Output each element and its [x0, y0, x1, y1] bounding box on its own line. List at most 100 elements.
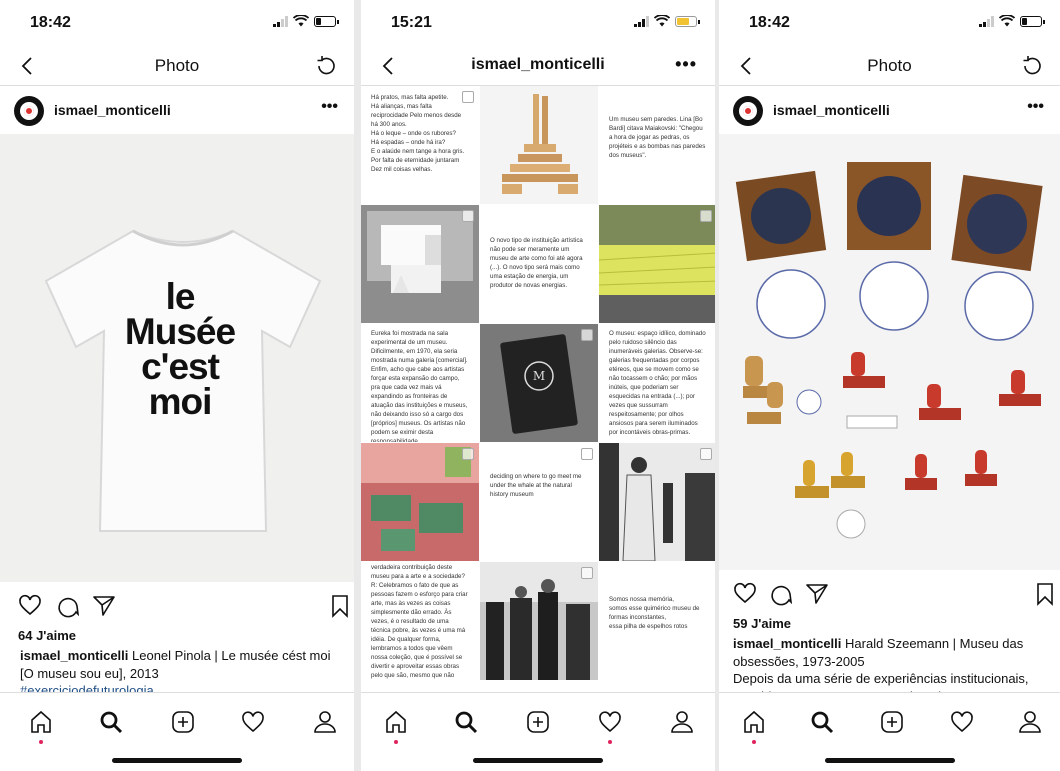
signal-icon	[273, 15, 288, 27]
wood-blocks-image	[502, 94, 578, 194]
woman-at-door-image	[599, 443, 715, 561]
home-icon[interactable]	[383, 709, 409, 735]
heart-icon[interactable]	[733, 582, 757, 606]
comment-icon[interactable]	[56, 594, 80, 618]
add-icon[interactable]	[525, 709, 551, 735]
grid-post-text: O novo tipo de instituição artística não…	[490, 237, 583, 289]
grid-post[interactable]: deciding on where to go meet me under th…	[480, 443, 598, 561]
add-icon[interactable]	[170, 709, 196, 735]
profile-icon[interactable]	[312, 709, 338, 735]
home-indicator[interactable]	[473, 758, 603, 763]
more-icon[interactable]: •••	[675, 54, 697, 75]
nav-bar: Photo	[0, 46, 354, 86]
add-icon[interactable]	[879, 709, 905, 735]
refresh-icon[interactable]	[1020, 54, 1044, 78]
post-actions	[719, 570, 1060, 614]
search-icon[interactable]	[98, 709, 124, 735]
post-header: ismael_monticelli •••	[719, 86, 1060, 134]
grid-post[interactable]: M	[480, 324, 598, 442]
activity-icon[interactable]	[597, 709, 623, 735]
grid-post[interactable]	[599, 443, 715, 561]
status-bar: 18:42	[0, 0, 354, 46]
white-structure-image	[361, 205, 479, 323]
page-title: Photo	[867, 56, 912, 75]
home-indicator[interactable]	[824, 758, 955, 763]
like-count[interactable]: 64 J'aime	[0, 628, 354, 643]
grid-post[interactable]	[599, 205, 715, 323]
comment-icon[interactable]	[769, 582, 793, 606]
grid-post[interactable]	[480, 86, 598, 204]
more-icon[interactable]: •••	[1027, 98, 1044, 116]
status-time: 15:21	[391, 14, 432, 31]
multi-photo-icon	[581, 329, 593, 341]
svg-text:M: M	[533, 369, 545, 383]
grid-post[interactable]: Somos nossa memória, somos esse quiméric…	[599, 562, 715, 680]
home-icon[interactable]	[28, 709, 54, 735]
tab-bar	[0, 692, 354, 771]
grid-post[interactable]: O novo tipo de instituição artística não…	[480, 205, 598, 323]
grid-post-text: Eureka foi mostrada na sala experimental…	[371, 330, 468, 442]
tab-bar	[361, 692, 715, 771]
post-photo[interactable]	[719, 134, 1060, 570]
heart-icon[interactable]	[18, 594, 42, 618]
tab-bar	[719, 692, 1060, 771]
more-icon[interactable]: •••	[321, 98, 338, 116]
grid-post[interactable]: verdadeira contribuição deste museu para…	[361, 562, 479, 680]
grid-post-text: verdadeira contribuição deste museu para…	[371, 564, 468, 679]
phone-screen-profile-grid: 15:21 ismael_monticelli ••• Há pratos, m…	[361, 0, 715, 771]
multi-photo-icon	[581, 567, 593, 579]
multi-photo-icon	[462, 448, 474, 460]
nav-bar: ismael_monticelli •••	[361, 46, 715, 86]
wifi-icon	[293, 15, 309, 27]
signal-icon	[979, 15, 994, 27]
status-time: 18:42	[749, 14, 790, 31]
grid-post[interactable]: Há pratos, mas falta apetite. Há aliança…	[361, 86, 479, 204]
caption-username[interactable]: ismael_monticelli	[733, 636, 841, 651]
search-icon[interactable]	[453, 709, 479, 735]
rubber-stamps-image	[719, 134, 1060, 570]
profile-icon[interactable]	[1017, 709, 1043, 735]
battery-icon	[1020, 15, 1045, 27]
post-photo[interactable]: le Musée c'est moi	[0, 134, 354, 582]
battery-icon	[675, 15, 700, 27]
share-icon[interactable]	[92, 594, 116, 618]
tshirt-text: le Musée c'est moi	[110, 276, 250, 423]
avatar[interactable]	[733, 96, 763, 126]
bookmark-icon[interactable]	[1033, 582, 1057, 606]
post-header: ismael_monticelli •••	[0, 86, 354, 134]
caption-username[interactable]: ismael_monticelli	[20, 648, 128, 663]
grid-post[interactable]	[361, 443, 479, 561]
home-indicator[interactable]	[112, 758, 242, 763]
page-title: Photo	[154, 56, 200, 75]
post-username[interactable]: ismael_monticelli	[773, 102, 890, 118]
grid-post[interactable]	[480, 562, 598, 680]
grid-post[interactable]: O museu: espaço idílico, dominado pelo r…	[599, 324, 715, 442]
share-icon[interactable]	[805, 582, 829, 606]
tshirt-print: le Musée c'est moi	[124, 276, 236, 423]
grid-post[interactable]: Um museu sem paredes. Lina [Bo Bardi] ci…	[599, 86, 715, 204]
wifi-icon	[654, 15, 670, 27]
bookmark-icon[interactable]	[328, 594, 352, 618]
search-icon[interactable]	[809, 709, 835, 735]
phone-screen-photo-1: 18:42 Photo ismael_monticelli ••• le Mus…	[0, 0, 354, 771]
like-count[interactable]: 59 J'aime	[719, 616, 1060, 631]
page-title: ismael_monticelli	[471, 56, 605, 73]
home-icon[interactable]	[741, 709, 767, 735]
grid-post-text: O museu: espaço idílico, dominado pelo r…	[609, 330, 706, 436]
avatar[interactable]	[14, 96, 44, 126]
grid-post-text: deciding on where to go meet me under th…	[490, 473, 582, 498]
battery-icon	[314, 15, 339, 27]
grid-post[interactable]	[361, 205, 479, 323]
activity-icon[interactable]	[240, 709, 266, 735]
activity-icon[interactable]	[949, 709, 975, 735]
refresh-icon[interactable]	[314, 54, 338, 78]
gallery-painting-image	[361, 443, 479, 561]
grid-post[interactable]: Eureka foi mostrada na sala experimental…	[361, 324, 479, 442]
post-username[interactable]: ismael_monticelli	[54, 102, 171, 118]
multi-photo-icon	[700, 448, 712, 460]
museum-plaque-image: M	[480, 324, 598, 442]
multi-photo-icon	[581, 448, 593, 460]
status-time: 18:42	[30, 14, 71, 31]
status-bar: 18:42	[719, 0, 1060, 46]
profile-icon[interactable]	[669, 709, 695, 735]
